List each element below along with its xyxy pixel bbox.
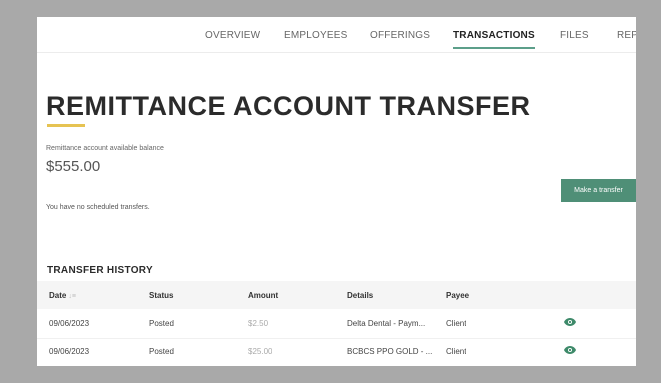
cell-date: 09/06/2023 bbox=[49, 347, 90, 356]
top-nav: OVERVIEW EMPLOYEES OFFERINGS TRANSACTION… bbox=[37, 17, 636, 53]
eye-icon[interactable] bbox=[564, 346, 576, 354]
transfer-history-title: TRANSFER HISTORY bbox=[47, 265, 153, 276]
tab-employees[interactable]: EMPLOYEES bbox=[284, 30, 348, 41]
app-frame: OVERVIEW EMPLOYEES OFFERINGS TRANSACTION… bbox=[37, 17, 636, 366]
tab-offerings[interactable]: OFFERINGS bbox=[370, 30, 430, 41]
tab-files[interactable]: FILES bbox=[560, 30, 589, 41]
scheduled-transfers-text: You have no scheduled transfers. bbox=[46, 204, 150, 211]
tab-transactions-label: TRANSACTIONS bbox=[453, 30, 535, 41]
sort-icon[interactable]: ↓≡ bbox=[68, 293, 76, 300]
eye-icon[interactable] bbox=[564, 318, 576, 326]
column-header-date-label: Date bbox=[49, 291, 67, 300]
cell-amount: $25.00 bbox=[248, 347, 273, 356]
table-header: Date ↓≡ Status Amount Details Payee bbox=[37, 281, 636, 309]
cell-details: BCBCS PPO GOLD - ... bbox=[347, 347, 433, 356]
column-header-details: Details bbox=[347, 291, 374, 300]
cell-amount: $2.50 bbox=[248, 319, 269, 328]
balance-amount: $555.00 bbox=[46, 158, 101, 175]
column-header-status: Status bbox=[149, 291, 174, 300]
cell-status: Posted bbox=[149, 347, 174, 356]
cell-payee: Client bbox=[446, 319, 467, 328]
tab-reports[interactable]: REPO bbox=[617, 30, 636, 41]
cell-details: Delta Dental - Paym... bbox=[347, 319, 426, 328]
column-header-date[interactable]: Date ↓≡ bbox=[49, 291, 76, 300]
make-transfer-button[interactable]: Make a transfer bbox=[561, 179, 636, 202]
table-row: 09/06/2023 Posted $25.00 BCBCS PPO GOLD … bbox=[37, 339, 636, 366]
table-row: 09/06/2023 Posted $2.50 Delta Dental - P… bbox=[37, 311, 636, 339]
active-tab-indicator bbox=[453, 47, 535, 49]
page-title: REMITTANCE ACCOUNT TRANSFER bbox=[46, 91, 531, 121]
balance-label: Remittance account available balance bbox=[46, 145, 164, 152]
tab-transactions[interactable]: TRANSACTIONS bbox=[453, 30, 535, 49]
column-header-payee: Payee bbox=[446, 291, 470, 300]
column-header-amount: Amount bbox=[248, 291, 279, 300]
cell-payee: Client bbox=[446, 347, 467, 356]
title-accent-bar bbox=[47, 124, 85, 127]
cell-date: 09/06/2023 bbox=[49, 319, 90, 328]
tab-overview[interactable]: OVERVIEW bbox=[205, 30, 260, 41]
cell-status: Posted bbox=[149, 319, 174, 328]
